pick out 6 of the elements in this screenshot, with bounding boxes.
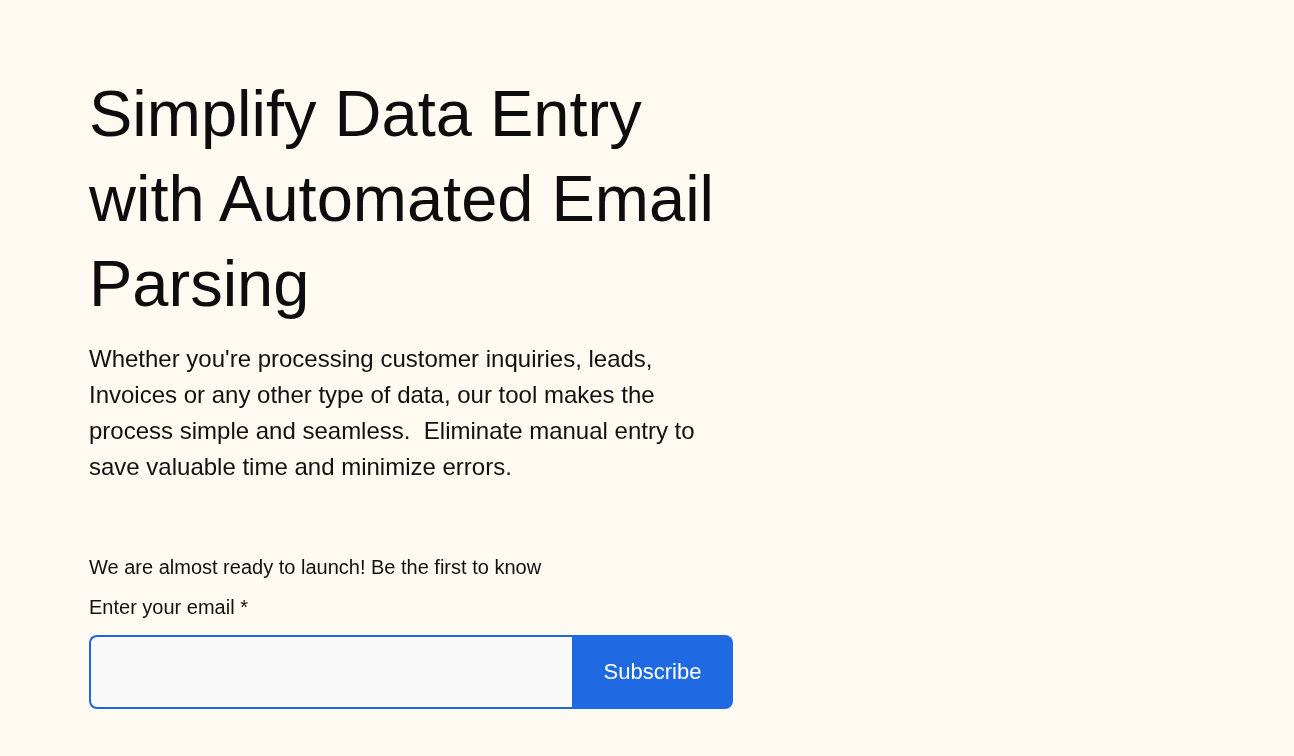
subscribe-button[interactable]: Subscribe (572, 635, 733, 709)
email-input-field[interactable] (89, 635, 572, 709)
email-label: Enter your email * (89, 595, 248, 620)
launch-announcement: We are almost ready to launch! Be the first to know (89, 555, 542, 580)
hero-heading: Simplify Data Entry with Automated Email Parsing (89, 76, 716, 322)
hero-description: Whether you're processing customer inquiries, leads, Invoices or any other type of data, our tool makes the process simple and seamless. Eliminate manual entry to save valuable time and minimize errors. (89, 344, 696, 482)
